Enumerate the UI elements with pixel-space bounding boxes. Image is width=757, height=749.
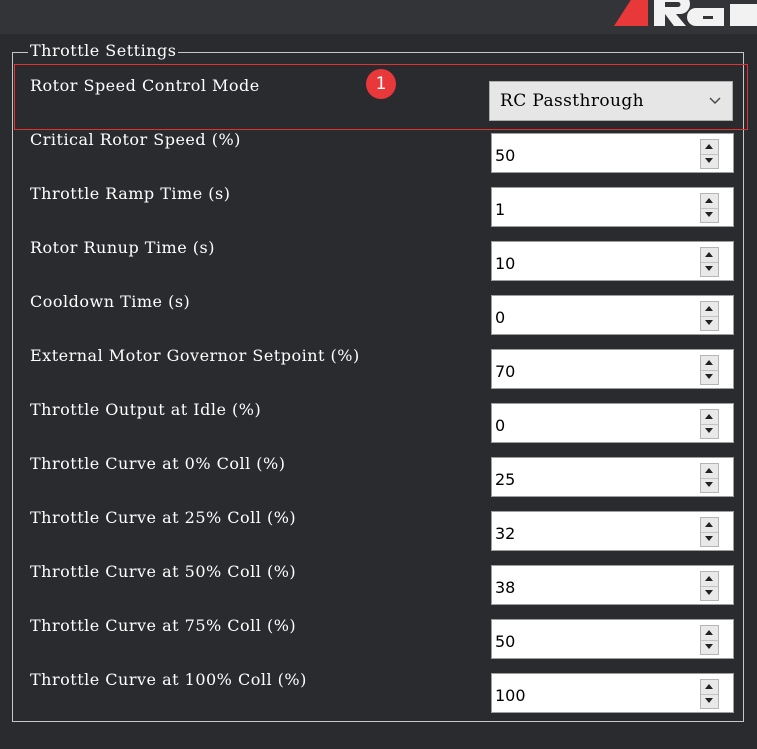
spin-down-button[interactable] xyxy=(701,532,718,546)
arrow-down-icon xyxy=(705,536,713,541)
arrow-up-icon xyxy=(705,684,713,689)
spin-up-button[interactable] xyxy=(701,464,718,479)
spin-buttons xyxy=(700,247,719,277)
throttle-curve-75-label: Throttle Curve at 75% Coll (%) xyxy=(30,616,297,635)
brand-logo xyxy=(600,0,757,26)
arrow-down-icon xyxy=(705,482,713,487)
cooldown-time-label: Cooldown Time (s) xyxy=(30,292,191,311)
rotor-runup-time-label: Rotor Runup Time (s) xyxy=(30,238,215,257)
arrow-down-icon xyxy=(705,212,713,217)
spin-down-button[interactable] xyxy=(701,208,718,222)
spin-down-button[interactable] xyxy=(701,154,718,168)
throttle-curve-0-spinbox[interactable]: 25 xyxy=(491,457,734,497)
spin-up-button[interactable] xyxy=(701,248,718,263)
throttle-curve-75-spinbox[interactable]: 50 xyxy=(491,619,734,659)
arrow-down-icon xyxy=(705,320,713,325)
rotor-runup-time-spinbox[interactable]: 10 xyxy=(491,241,734,281)
cooldown-time-spinbox[interactable]: 0 xyxy=(491,295,734,335)
spin-down-button[interactable] xyxy=(701,316,718,330)
throttle-curve-25-label: Throttle Curve at 25% Coll (%) xyxy=(30,508,297,527)
spin-value: 50 xyxy=(495,632,516,651)
spin-down-button[interactable] xyxy=(701,640,718,654)
spin-buttons xyxy=(700,517,719,547)
arrow-down-icon xyxy=(705,158,713,163)
arrow-up-icon xyxy=(705,522,713,527)
arrow-down-icon xyxy=(705,266,713,271)
throttle-ramp-time-spinbox[interactable]: 1 xyxy=(491,187,734,227)
spin-value: 38 xyxy=(495,578,516,597)
spin-value: 0 xyxy=(495,416,506,435)
arrow-down-icon xyxy=(705,428,713,433)
arrow-up-icon xyxy=(705,252,713,257)
throttle-output-idle-label: Throttle Output at Idle (%) xyxy=(30,400,262,419)
spin-up-button[interactable] xyxy=(701,194,718,209)
spin-buttons xyxy=(700,301,719,331)
annotation-badge: 1 xyxy=(366,69,396,99)
arrow-down-icon xyxy=(705,644,713,649)
arrow-up-icon xyxy=(705,198,713,203)
throttle-output-idle-spinbox[interactable]: 0 xyxy=(491,403,734,443)
spin-buttons xyxy=(700,139,719,169)
throttle-ramp-time-label: Throttle Ramp Time (s) xyxy=(30,184,231,203)
spin-buttons xyxy=(700,463,719,493)
spin-value: 70 xyxy=(495,362,516,381)
critical-rotor-speed-label: Critical Rotor Speed (%) xyxy=(30,130,241,149)
spin-buttons xyxy=(700,409,719,439)
critical-rotor-speed-spinbox[interactable]: 50 xyxy=(491,133,734,173)
throttle-curve-100-label: Throttle Curve at 100% Coll (%) xyxy=(30,670,307,689)
throttle-curve-50-label: Throttle Curve at 50% Coll (%) xyxy=(30,562,297,581)
spin-buttons xyxy=(700,625,719,655)
spin-down-button[interactable] xyxy=(701,478,718,492)
spin-value: 1 xyxy=(495,200,506,219)
arrow-up-icon xyxy=(705,360,713,365)
throttle-curve-100-spinbox[interactable]: 100 xyxy=(491,673,734,713)
spin-down-button[interactable] xyxy=(701,424,718,438)
spin-buttons xyxy=(700,679,719,709)
arrow-down-icon xyxy=(705,374,713,379)
group-title: Throttle Settings xyxy=(28,40,179,62)
spin-value: 0 xyxy=(495,308,506,327)
spin-up-button[interactable] xyxy=(701,410,718,425)
spin-value: 100 xyxy=(495,686,526,705)
spin-value: 32 xyxy=(495,524,516,543)
external-motor-governor-setpoint-label: External Motor Governor Setpoint (%) xyxy=(30,346,360,365)
arrow-up-icon xyxy=(705,630,713,635)
spin-down-button[interactable] xyxy=(701,586,718,600)
spin-buttons xyxy=(700,193,719,223)
throttle-curve-0-label: Throttle Curve at 0% Coll (%) xyxy=(30,454,286,473)
spin-buttons xyxy=(700,571,719,601)
spin-up-button[interactable] xyxy=(701,140,718,155)
arrow-down-icon xyxy=(705,698,713,703)
spin-value: 50 xyxy=(495,146,516,165)
spin-down-button[interactable] xyxy=(701,370,718,384)
throttle-curve-25-spinbox[interactable]: 32 xyxy=(491,511,734,551)
spin-down-button[interactable] xyxy=(701,262,718,276)
spin-up-button[interactable] xyxy=(701,626,718,641)
external-motor-governor-setpoint-spinbox[interactable]: 70 xyxy=(491,349,734,389)
throttle-curve-50-spinbox[interactable]: 38 xyxy=(491,565,734,605)
spin-up-button[interactable] xyxy=(701,302,718,317)
arrow-up-icon xyxy=(705,414,713,419)
arrow-up-icon xyxy=(705,468,713,473)
arrow-down-icon xyxy=(705,590,713,595)
spin-down-button[interactable] xyxy=(701,694,718,708)
spin-value: 10 xyxy=(495,254,516,273)
spin-up-button[interactable] xyxy=(701,572,718,587)
arrow-up-icon xyxy=(705,144,713,149)
spin-value: 25 xyxy=(495,470,516,489)
spin-buttons xyxy=(700,355,719,385)
spin-up-button[interactable] xyxy=(701,680,718,695)
arrow-up-icon xyxy=(705,576,713,581)
arrow-up-icon xyxy=(705,306,713,311)
spin-up-button[interactable] xyxy=(701,356,718,371)
spin-up-button[interactable] xyxy=(701,518,718,533)
